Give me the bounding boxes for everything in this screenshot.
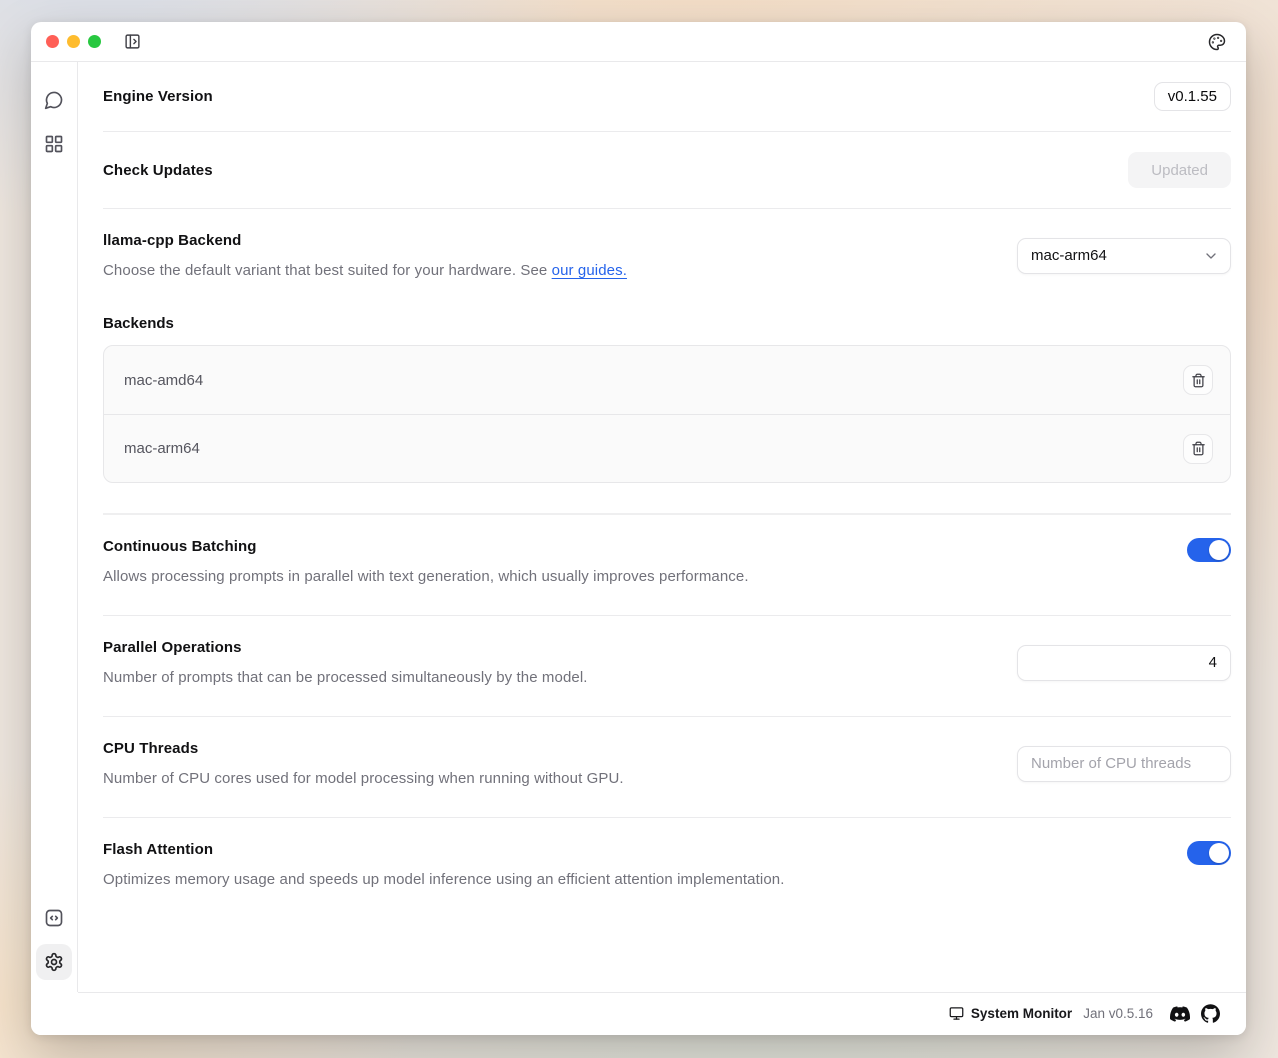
cpu-threads-input[interactable] [1017,746,1231,782]
backend-description: Choose the default variant that best sui… [103,262,627,279]
continuous-batching-toggle[interactable] [1187,538,1231,562]
cpu-threads-label: CPU Threads [103,740,624,757]
parallel-operations-row: Parallel Operations Number of prompts th… [103,616,1231,717]
titlebar [31,22,1246,62]
flash-attention-toggle[interactable] [1187,841,1231,865]
github-icon[interactable] [1201,1004,1220,1023]
sidebar-item-local-api-server[interactable] [36,900,72,936]
backend-description-text: Choose the default variant that best sui… [103,262,552,279]
sidebar-item-settings[interactable] [36,944,72,980]
monitor-icon [949,1006,964,1021]
system-monitor-button[interactable]: System Monitor [949,1006,1072,1021]
backends-label: Backends [103,315,1231,332]
backend-select-value: mac-arm64 [1031,247,1107,264]
delete-backend-button[interactable] [1183,365,1213,395]
flash-attention-description: Optimizes memory usage and speeds up mod… [103,871,784,888]
backend-list-item: mac-amd64 [104,346,1230,414]
cpu-threads-row: CPU Threads Number of CPU cores used for… [103,717,1231,818]
trash-icon [1191,373,1206,388]
sidebar-toggle-icon[interactable] [124,33,141,50]
chevron-down-icon [1203,248,1219,264]
parallel-operations-label: Parallel Operations [103,639,588,656]
code-icon [44,908,64,928]
check-updates-row: Check Updates Updated [103,132,1231,209]
close-window-button[interactable] [46,35,59,48]
engine-version-badge: v0.1.55 [1154,82,1231,111]
backend-list-item: mac-arm64 [104,414,1230,482]
backend-item-name: mac-arm64 [124,440,200,457]
chat-icon [44,90,64,110]
system-monitor-label: System Monitor [971,1006,1072,1021]
parallel-operations-description: Number of prompts that can be processed … [103,669,588,686]
trash-icon [1191,441,1206,456]
app-window: Engine Version v0.1.55 Check Updates Upd… [31,22,1246,1035]
status-bar: System Monitor Jan v0.5.16 [31,992,1246,1035]
check-updates-button[interactable]: Updated [1128,152,1231,188]
backend-section: llama-cpp Backend Choose the default var… [103,209,1231,515]
settings-panel: Engine Version v0.1.55 Check Updates Upd… [78,62,1246,992]
grid-icon [44,134,64,154]
backends-list: mac-amd64 mac-arm64 [103,345,1231,483]
flash-attention-row: Flash Attention Optimizes memory usage a… [103,818,1231,918]
app-version: Jan v0.5.16 [1083,1006,1153,1021]
parallel-operations-input[interactable] [1017,645,1231,681]
zoom-window-button[interactable] [88,35,101,48]
discord-icon[interactable] [1170,1004,1190,1024]
sidebar-item-hub[interactable] [36,126,72,162]
traffic-lights [46,35,101,48]
backend-select[interactable]: mac-arm64 [1017,238,1231,274]
backend-item-name: mac-amd64 [124,372,203,389]
continuous-batching-description: Allows processing prompts in parallel wi… [103,568,749,585]
palette-icon[interactable] [1208,33,1226,51]
engine-version-row: Engine Version v0.1.55 [103,62,1231,132]
cpu-threads-description: Number of CPU cores used for model proce… [103,770,624,787]
minimize-window-button[interactable] [67,35,80,48]
flash-attention-label: Flash Attention [103,841,784,858]
guides-link[interactable]: our guides. [552,262,627,279]
sidebar [31,62,78,992]
sidebar-item-chat[interactable] [36,82,72,118]
gear-icon [44,952,64,972]
continuous-batching-row: Continuous Batching Allows processing pr… [103,515,1231,616]
backend-label: llama-cpp Backend [103,232,627,249]
delete-backend-button[interactable] [1183,434,1213,464]
continuous-batching-label: Continuous Batching [103,538,749,555]
engine-version-label: Engine Version [103,88,213,105]
check-updates-label: Check Updates [103,162,213,179]
